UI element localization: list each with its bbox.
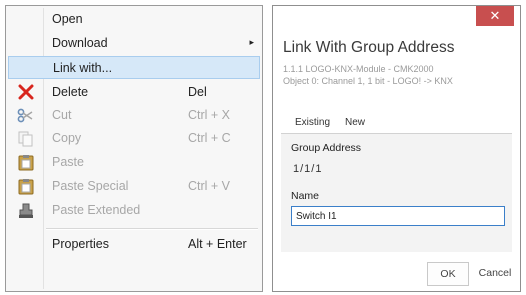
ok-button[interactable]: OK	[427, 262, 469, 286]
menu-item-label: Paste	[52, 155, 84, 169]
menu-item-copy[interactable]: Copy Ctrl + C	[8, 127, 260, 150]
menu-item-properties[interactable]: Properties Alt + Enter	[8, 233, 260, 256]
menu-item-shortcut: Del	[188, 85, 207, 99]
menu-item-label: Download	[52, 36, 108, 50]
copy-icon	[17, 130, 35, 147]
menu-item-label: Cut	[52, 108, 72, 122]
menu-item-label: Copy	[52, 131, 82, 145]
menu-item-shortcut: Ctrl + C	[188, 131, 231, 145]
close-icon: ✕	[489, 8, 501, 23]
menu-item-open[interactable]: Open	[8, 8, 260, 31]
name-label: Name	[291, 190, 320, 202]
cancel-button[interactable]: Cancel	[473, 262, 517, 286]
group-address-value: 1/1/1	[293, 163, 323, 175]
menu-item-label: Link with...	[53, 61, 113, 75]
menu-item-paste-special[interactable]: Paste Special Ctrl + V	[8, 175, 260, 198]
scissors-icon	[17, 107, 35, 124]
group-address-label: Group Address	[291, 142, 362, 154]
menu-item-cut[interactable]: Cut Ctrl + X	[8, 104, 260, 127]
close-button[interactable]: ✕	[476, 6, 514, 26]
menu-item-shortcut: Alt + Enter	[188, 237, 247, 251]
clipboard-icon	[17, 178, 35, 195]
context-menu: Open Download ▸ Link with... Delete Del …	[5, 5, 263, 292]
menu-item-label: Open	[52, 12, 83, 26]
menu-item-paste[interactable]: Paste	[8, 151, 260, 174]
menu-item-label: Paste Special	[52, 179, 129, 193]
submenu-arrow-icon: ▸	[249, 37, 254, 47]
link-group-address-dialog: ✕ Link With Group Address 1.1.1 LOGO-KNX…	[272, 5, 521, 292]
menu-item-shortcut: Ctrl + V	[188, 179, 231, 193]
menu-item-download[interactable]: Download ▸	[8, 32, 260, 55]
menu-item-link-with[interactable]: Link with...	[8, 56, 260, 79]
menu-item-delete[interactable]: Delete Del	[8, 81, 260, 104]
new-tab-panel: Group Address 1/1/1 Name	[281, 134, 512, 252]
menu-item-label: Paste Extended	[52, 203, 141, 217]
clipboard-icon	[17, 154, 35, 171]
dialog-subtitle-device: 1.1.1 LOGO-KNX-Module - CMK2000	[283, 64, 434, 74]
stamp-icon	[17, 202, 35, 219]
menu-item-label: Properties	[52, 237, 109, 251]
name-input[interactable]	[291, 206, 505, 226]
dialog-subtitle-object: Object 0: Channel 1, 1 bit - LOGO! -> KN…	[283, 76, 453, 86]
tab-new[interactable]: New	[345, 117, 365, 128]
dialog-title: Link With Group Address	[283, 39, 455, 56]
tab-existing[interactable]: Existing	[295, 117, 330, 128]
menu-item-label: Delete	[52, 85, 89, 99]
delete-x-icon	[17, 84, 35, 101]
menu-item-paste-extended[interactable]: Paste Extended	[8, 199, 260, 222]
menu-separator	[46, 228, 258, 230]
menu-item-shortcut: Ctrl + X	[188, 108, 231, 122]
